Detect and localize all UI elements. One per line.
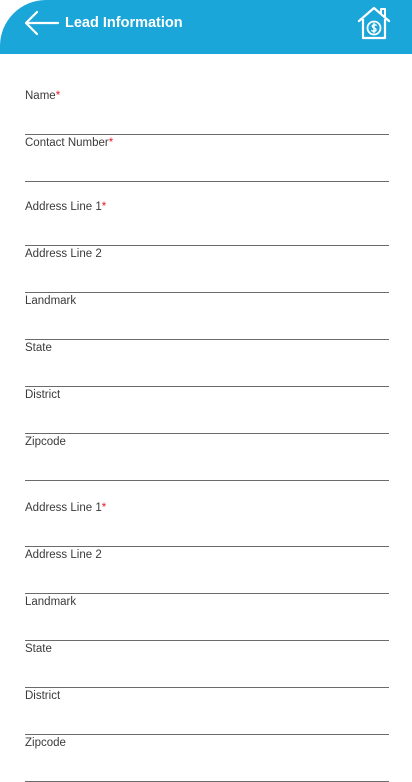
form-field[interactable]: State: [25, 340, 389, 387]
required-marker: *: [101, 502, 107, 514]
app-header: Lead Information: [0, 0, 412, 54]
form-field[interactable]: Zipcode: [25, 735, 389, 782]
field-label-text: Address Line 2: [25, 549, 102, 561]
field-label-text: Address Line 2: [25, 248, 102, 260]
field-label: State: [25, 641, 52, 657]
field-label-text: State: [25, 643, 52, 655]
field-label: District: [25, 387, 60, 403]
home-dollar-icon: [357, 6, 391, 40]
back-button[interactable]: [22, 9, 60, 37]
form-field[interactable]: District: [25, 688, 389, 735]
field-label: Address Line 2: [25, 547, 102, 563]
field-label-text: Landmark: [25, 596, 77, 608]
field-label: Address Line 1*: [25, 500, 106, 516]
field-label: State: [25, 340, 52, 356]
field-label: Landmark: [25, 594, 76, 610]
form-field[interactable]: Address Line 1*: [25, 199, 389, 246]
page-title: Lead Information: [65, 15, 183, 31]
field-label-text: Address Line 1: [25, 201, 102, 213]
field-label-text: State: [25, 342, 52, 354]
form-field[interactable]: Contact Number*: [25, 135, 389, 182]
field-label-text: District: [25, 389, 61, 401]
required-marker: *: [101, 201, 107, 213]
required-marker: *: [55, 90, 61, 102]
arrow-left-icon: [24, 10, 60, 36]
field-label: Zipcode: [25, 434, 66, 450]
form-field[interactable]: Landmark: [25, 594, 389, 641]
field-label-text: Name: [25, 90, 56, 102]
field-label: Contact Number*: [25, 135, 113, 151]
form-field[interactable]: Name*: [25, 88, 389, 135]
field-label: District: [25, 688, 60, 704]
field-label-text: Zipcode: [25, 436, 66, 448]
form-field[interactable]: Zipcode: [25, 434, 389, 481]
form-field[interactable]: State: [25, 641, 389, 688]
form-field[interactable]: Address Line 2: [25, 246, 389, 293]
form-field[interactable]: Address Line 1*: [25, 500, 389, 547]
field-label: Zipcode: [25, 735, 66, 751]
field-label: Address Line 1*: [25, 199, 106, 215]
field-label-text: District: [25, 690, 61, 702]
form-field[interactable]: Landmark: [25, 293, 389, 340]
field-label-text: Landmark: [25, 295, 77, 307]
form-field[interactable]: District: [25, 387, 389, 434]
field-label: Landmark: [25, 293, 76, 309]
form-field[interactable]: Address Line 2: [25, 547, 389, 594]
field-label-text: Contact Number: [25, 137, 109, 149]
required-marker: *: [108, 137, 114, 149]
field-label: Name*: [25, 88, 60, 104]
field-label-text: Address Line 1: [25, 502, 102, 514]
field-label: Address Line 2: [25, 246, 102, 262]
home-button[interactable]: [356, 5, 392, 41]
field-label-text: Zipcode: [25, 737, 66, 749]
